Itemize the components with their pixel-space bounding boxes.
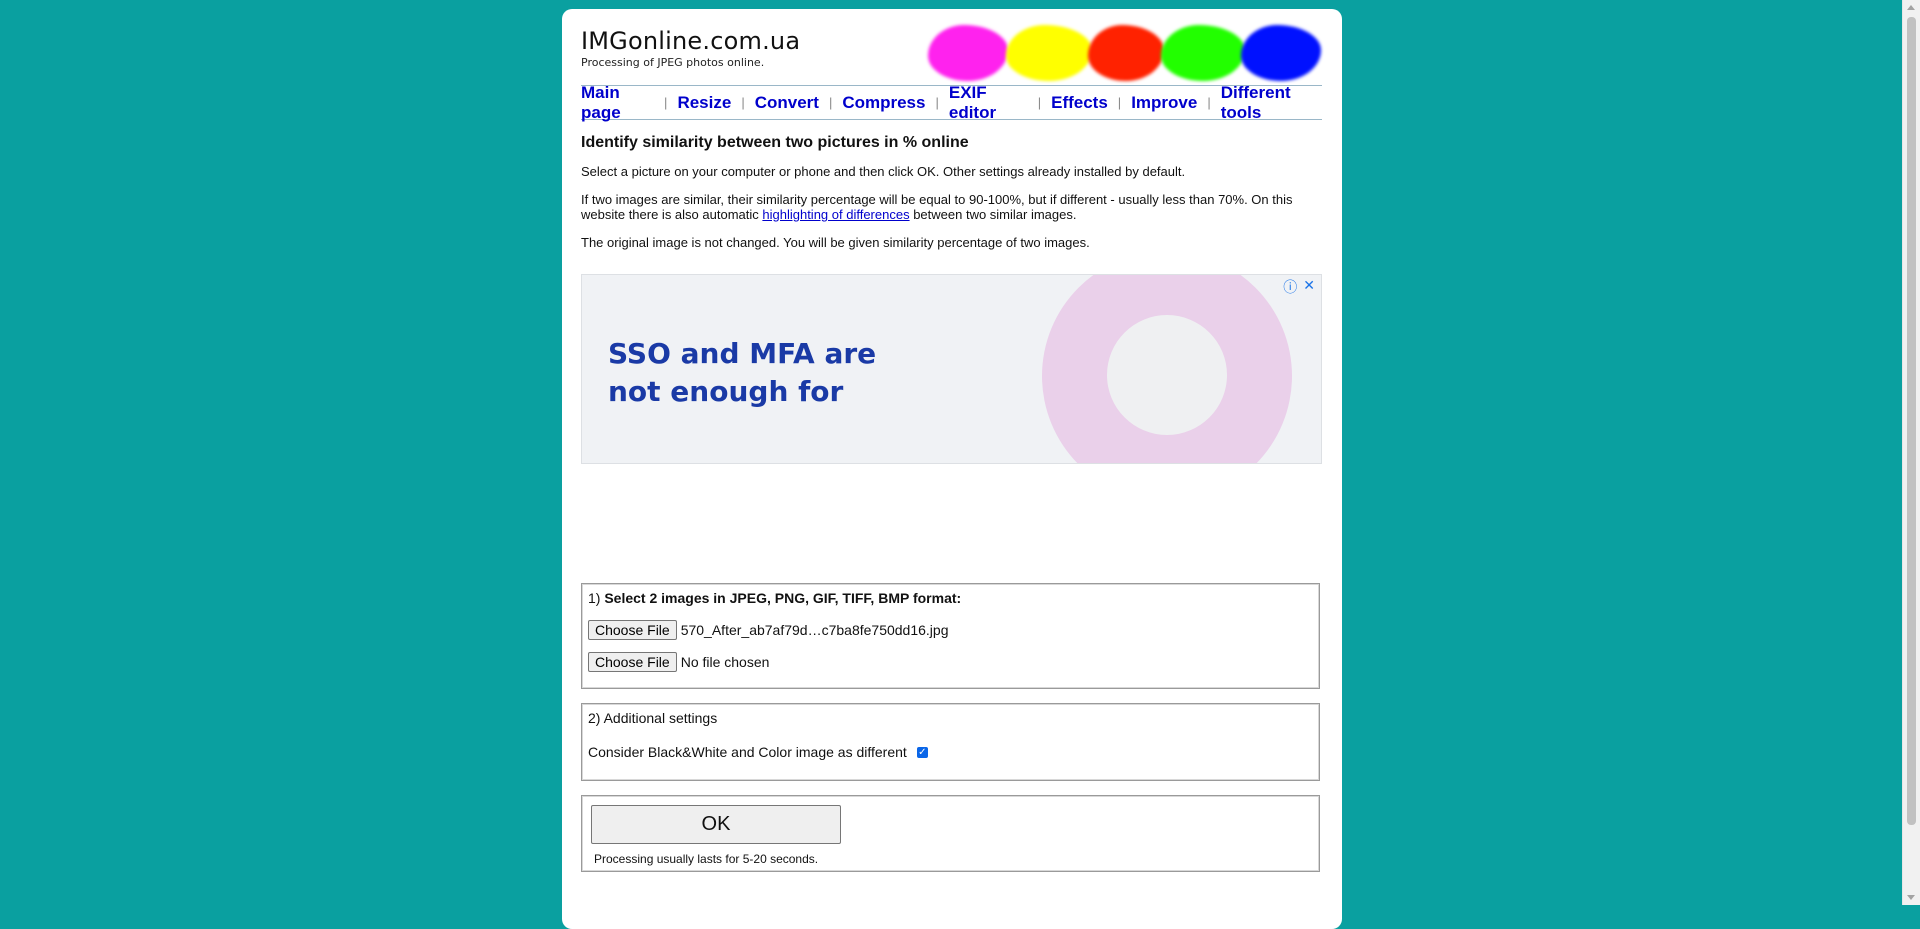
advertisement-banner[interactable]: SSO and MFA are not enough for ⓘ ✕ — [581, 274, 1322, 464]
bw-color-checkbox[interactable]: ✓ — [916, 746, 928, 758]
nav-different-tools[interactable]: Different tools — [1221, 83, 1322, 123]
page-heading: Identify similarity between two pictures… — [581, 134, 969, 151]
site-subtitle: Processing of JPEG photos online. — [581, 56, 765, 69]
ad-ring-center — [1107, 315, 1227, 435]
file1-name: 570_After_ab7af79d…c7ba8fe750dd16.jpg — [680, 622, 949, 638]
scroll-thumb[interactable] — [1907, 17, 1916, 825]
submit-section: OK Processing usually lasts for 5-20 sec… — [581, 795, 1320, 872]
color-splash-logo — [928, 21, 1328, 87]
nav-separator: | — [1117, 95, 1122, 110]
page-scrollbar[interactable] — [1902, 0, 1920, 905]
original-note-paragraph: The original image is not changed. You w… — [581, 235, 1090, 250]
nav-separator: | — [664, 95, 668, 110]
nav-improve[interactable]: Improve — [1131, 93, 1197, 113]
main-content: Identify similarity between two pictures… — [581, 134, 1322, 263]
nav-separator: | — [1207, 95, 1211, 110]
scroll-down-icon[interactable] — [1907, 895, 1915, 900]
similarity-paragraph: If two images are similar, their similar… — [581, 192, 1322, 222]
nav-resize[interactable]: Resize — [677, 93, 731, 113]
choose-file-button-2[interactable]: Choose File — [588, 652, 677, 672]
highlighting-differences-link[interactable]: highlighting of differences — [762, 207, 909, 222]
site-header: IMGonline.com.ua Processing of JPEG phot… — [581, 27, 800, 69]
blue-splash — [1241, 25, 1321, 81]
ad-controls: ⓘ ✕ — [1283, 277, 1315, 297]
choose-file-button-1[interactable]: Choose File — [588, 620, 677, 640]
nav-separator: | — [741, 95, 745, 110]
step1-heading: Select 2 images in JPEG, PNG, GIF, TIFF,… — [604, 590, 962, 606]
ad-headline: SSO and MFA are not enough for — [608, 337, 877, 408]
nav-exif-editor[interactable]: EXIF editor — [949, 83, 1028, 123]
intro-paragraph: Select a picture on your computer or pho… — [581, 164, 1186, 179]
ad-close-icon[interactable]: ✕ — [1303, 277, 1315, 297]
step1-number: 1) — [588, 590, 605, 606]
yellow-splash — [1006, 25, 1092, 81]
additional-settings-section: 2) Additional settings Consider Black&Wh… — [581, 703, 1320, 781]
nav-convert[interactable]: Convert — [755, 93, 819, 113]
bw-color-label: Consider Black&White and Color image as … — [588, 744, 907, 760]
nav-separator: | — [935, 95, 939, 110]
green-splash — [1161, 25, 1245, 81]
page-container: IMGonline.com.ua Processing of JPEG phot… — [562, 9, 1342, 929]
file2-name: No file chosen — [680, 654, 770, 670]
nav-separator: | — [1037, 95, 1042, 110]
nav-main-page[interactable]: Main page — [581, 83, 654, 123]
scroll-up-icon[interactable] — [1907, 5, 1915, 10]
site-title[interactable]: IMGonline.com.ua — [581, 27, 800, 55]
nav-separator: | — [828, 95, 833, 110]
nav-compress[interactable]: Compress — [842, 93, 925, 113]
step2-title: 2) Additional settings — [588, 710, 718, 726]
magenta-splash — [928, 25, 1008, 81]
nav-effects[interactable]: Effects — [1051, 93, 1108, 113]
main-nav: Main page | Resize | Convert | Compress … — [581, 83, 1322, 123]
ad-info-icon[interactable]: ⓘ — [1283, 277, 1297, 297]
step1-title: 1) Select 2 images in JPEG, PNG, GIF, TI… — [588, 590, 961, 606]
processing-note: Processing usually lasts for 5-20 second… — [594, 852, 819, 866]
file-input-1: Choose File 570_After_ab7af79d…c7ba8fe75… — [588, 620, 949, 640]
ok-button[interactable]: OK — [591, 805, 841, 844]
red-splash — [1088, 25, 1164, 81]
similarity-text-end: between two similar images. — [909, 207, 1077, 222]
select-images-section: 1) Select 2 images in JPEG, PNG, GIF, TI… — [581, 583, 1320, 689]
file-input-2: Choose File No file chosen — [588, 652, 769, 672]
bw-color-setting: Consider Black&White and Color image as … — [588, 744, 928, 760]
